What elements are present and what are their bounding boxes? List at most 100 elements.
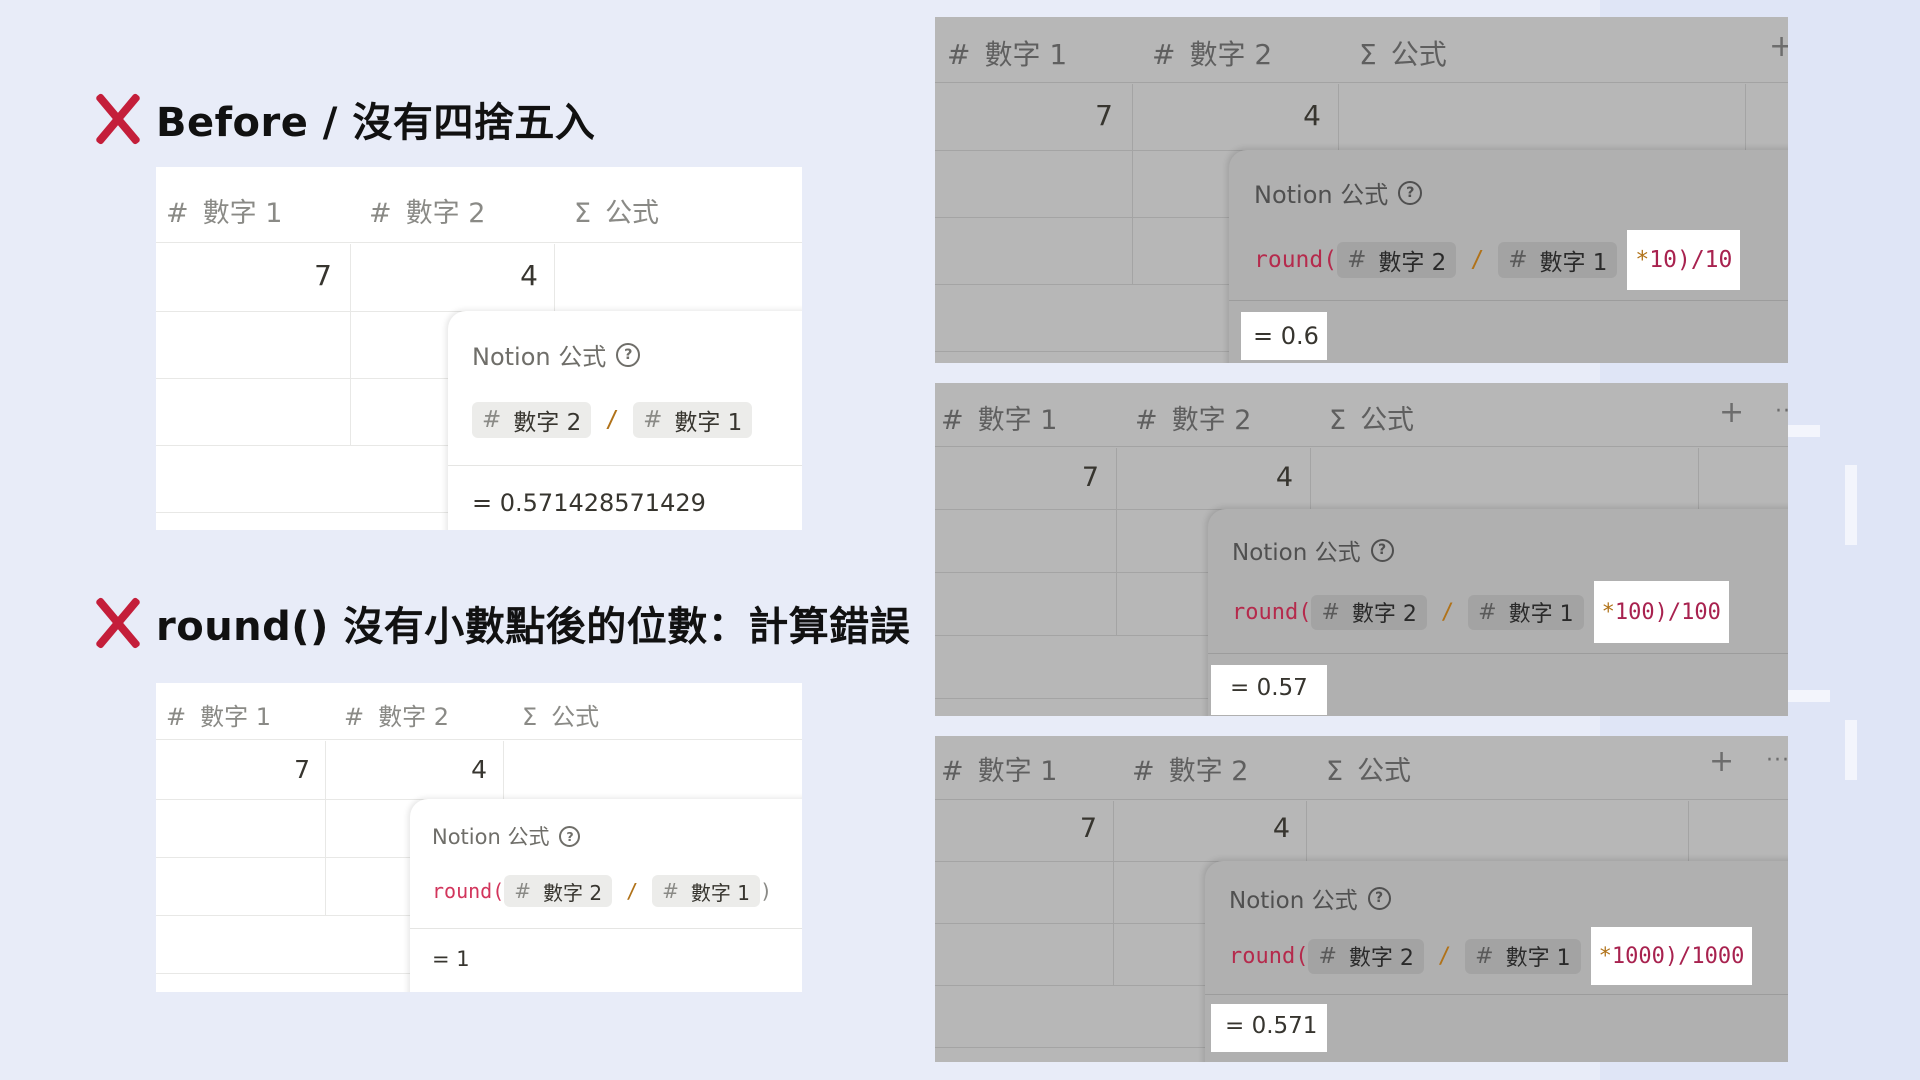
- column-header-num1[interactable]: # 數字 1: [166, 191, 282, 230]
- column-header-num1[interactable]: # 數字 1: [941, 398, 1057, 437]
- popup-title: Notion 公式?: [1229, 881, 1391, 915]
- popup-divider: [410, 928, 802, 929]
- column-divider: [325, 741, 326, 915]
- formula-expression[interactable]: # 數字 2 / # 數字 1: [472, 402, 753, 438]
- cell-num1[interactable]: 7: [156, 259, 332, 292]
- column-header-formula[interactable]: Σ 公式: [1329, 398, 1414, 437]
- more-options-button[interactable]: ···: [1775, 399, 1788, 424]
- heading-round-error-text: round() 沒有小數點後的位數：計算錯誤: [156, 604, 911, 650]
- help-icon[interactable]: ?: [559, 825, 581, 847]
- column-divider: [1306, 801, 1307, 861]
- round-function: round(: [1254, 247, 1338, 273]
- column-header-num2[interactable]: # 數字 2: [1152, 33, 1272, 73]
- round-function: round(: [1232, 599, 1312, 625]
- table-panel-before: # 數字 1 # 數字 2 Σ 公式 7 4 Notion 公式? # 數字 2 / #…: [156, 167, 802, 530]
- cross-icon: [88, 90, 146, 148]
- highlighted-suffix: * 10)/10: [1627, 230, 1741, 290]
- column-header-num2[interactable]: # 數字 2: [369, 191, 485, 230]
- highlighted-suffix: * 1000)/1000: [1590, 927, 1753, 985]
- table-panel-x100: #數字 1 #數字 2 Σ公式 + ··· 7 4 Notion 公式? rou…: [935, 383, 1788, 716]
- help-icon[interactable]: ?: [1370, 538, 1394, 562]
- formula-result: = 0.571428571429: [472, 489, 706, 517]
- formula-result: = 0.6: [1253, 322, 1319, 350]
- column-divider: [503, 741, 504, 799]
- cell-num1[interactable]: 7: [935, 99, 1113, 132]
- column-divider: [1338, 84, 1339, 150]
- help-icon[interactable]: ?: [1398, 180, 1423, 205]
- column-header-num1[interactable]: # 數字 1: [941, 749, 1057, 788]
- divide-operator: /: [626, 879, 639, 903]
- background-decoration: [1845, 465, 1857, 545]
- column-divider: [1698, 448, 1699, 509]
- column-header-formula[interactable]: Σ 公式: [1326, 749, 1411, 788]
- column-divider: [1116, 448, 1117, 636]
- add-property-button[interactable]: +: [1769, 29, 1788, 64]
- column-divider: [1310, 448, 1311, 509]
- heading-before: Before / 沒有四捨五入: [88, 90, 595, 148]
- cell-num2[interactable]: 4: [356, 259, 538, 292]
- column-header-formula[interactable]: Σ 公式: [574, 191, 659, 230]
- column-header-formula[interactable]: Σ 公式: [1359, 33, 1447, 73]
- column-header-num1[interactable]: # 數字 1: [166, 697, 271, 732]
- add-property-button[interactable]: +: [1709, 744, 1734, 779]
- column-divider: [1745, 84, 1746, 150]
- column-divider: [1132, 84, 1133, 284]
- property-chip-num1: # 數字 1: [633, 402, 753, 438]
- cell-num1[interactable]: 7: [935, 813, 1097, 844]
- popup-title: Notion 公式?: [432, 821, 581, 851]
- help-icon[interactable]: ?: [1367, 886, 1391, 910]
- property-chip-num2: # 數字 2: [472, 402, 592, 438]
- popup-divider: [448, 465, 802, 466]
- column-divider: [1688, 801, 1689, 861]
- property-chip-num1: # 數字 1: [1465, 938, 1581, 974]
- divide-operator: /: [1437, 943, 1452, 969]
- help-icon[interactable]: ?: [616, 342, 641, 367]
- popup-title: Notion 公式?: [472, 337, 641, 372]
- column-header-num1[interactable]: # 數字 1: [947, 33, 1067, 73]
- formula-expression[interactable]: round( # 數字 2 / # 數字 1 * 10)/10: [1254, 230, 1741, 290]
- property-chip-num2: # 數字 2: [504, 875, 613, 907]
- column-header-num2[interactable]: # 數字 2: [1135, 398, 1251, 437]
- formula-popup: Notion 公式? round( # 數字 2 / # 數字 1 * 1000)/1…: [1205, 861, 1788, 1062]
- column-divider: [350, 244, 351, 445]
- table-panel-round-plain: # 數字 1 # 數字 2 Σ 公式 7 4 Notion 公式? round( # 數…: [156, 683, 802, 992]
- table-panel-x10: # 數字 1 # 數字 2 Σ 公式 + 7 4 Notion 公式? round( …: [935, 17, 1788, 363]
- divide-operator: /: [605, 407, 620, 433]
- formula-expression[interactable]: round( # 數字 2 / # 數字 1 * 1000)/1000: [1229, 927, 1753, 985]
- property-chip-num2: # 數字 2: [1337, 242, 1457, 278]
- more-options-button[interactable]: ···: [1766, 748, 1788, 773]
- round-function: round(: [432, 879, 505, 903]
- add-property-button[interactable]: +: [1719, 395, 1744, 430]
- column-header-formula[interactable]: Σ 公式: [522, 697, 599, 732]
- formula-result: = 0.571: [1225, 1013, 1318, 1039]
- divide-operator: /: [1470, 247, 1485, 273]
- formula-expression[interactable]: round( # 數字 2 / # 數字 1 ): [432, 875, 772, 907]
- cell-num2[interactable]: 4: [1121, 462, 1293, 493]
- property-chip-num1: # 數字 1: [1468, 594, 1584, 630]
- column-header-num2[interactable]: # 數字 2: [1132, 749, 1248, 788]
- formula-result: = 1: [432, 947, 470, 971]
- closing-paren: ): [760, 879, 773, 903]
- cell-num2[interactable]: 4: [1138, 99, 1321, 132]
- cell-num2[interactable]: 4: [331, 755, 487, 784]
- property-chip-num1: # 數字 1: [652, 875, 761, 907]
- round-function: round(: [1229, 943, 1309, 969]
- popup-divider: [1205, 994, 1788, 995]
- popup-title: Notion 公式?: [1232, 533, 1394, 567]
- column-divider: [1113, 801, 1114, 985]
- formula-popup: Notion 公式? round( # 數字 2 / # 數字 1 * 100)/10…: [1208, 509, 1788, 716]
- column-header-num2[interactable]: # 數字 2: [344, 697, 449, 732]
- formula-popup: Notion 公式? round( # 數字 2 / # 數字 1 * 10)/10 …: [1229, 150, 1788, 363]
- table-panel-x1000: # 數字 1 # 數字 2 Σ 公式 + ··· 7 4 Notion 公式? rou…: [935, 736, 1788, 1062]
- property-chip-num2: # 數字 2: [1308, 938, 1424, 974]
- cell-num2[interactable]: 4: [1119, 813, 1290, 844]
- popup-divider: [1208, 653, 1788, 654]
- background-decoration: [1845, 720, 1857, 780]
- heading-before-text: Before / 沒有四捨五入: [156, 100, 596, 146]
- cell-num1[interactable]: 7: [935, 462, 1099, 493]
- cross-icon: [88, 594, 146, 652]
- popup-divider: [1229, 300, 1788, 301]
- property-chip-num1: # 數字 1: [1498, 242, 1618, 278]
- formula-expression[interactable]: round( # 數字 2 / # 數字 1 * 100)/100: [1232, 581, 1729, 643]
- cell-num1[interactable]: 7: [156, 755, 310, 784]
